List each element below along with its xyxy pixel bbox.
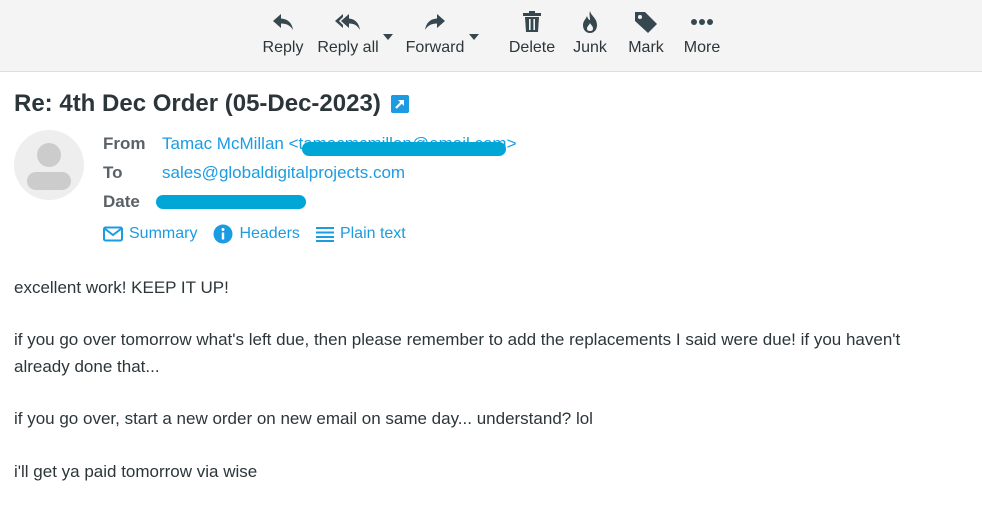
redaction-bar bbox=[156, 195, 306, 209]
to-label: To bbox=[103, 163, 123, 182]
to-value[interactable]: sales@globaldigitalprojects.com bbox=[162, 163, 405, 183]
redaction-bar bbox=[302, 142, 506, 156]
junk-button[interactable]: Junk bbox=[570, 8, 610, 66]
mark-button[interactable]: Mark bbox=[624, 8, 668, 66]
summary-link[interactable]: Summary bbox=[103, 225, 197, 243]
summary-label: Summary bbox=[129, 225, 198, 242]
message-body-paragraph: if you go over, start a new order on new… bbox=[14, 409, 593, 428]
from-label: From bbox=[103, 134, 146, 153]
ellipsis-icon bbox=[690, 8, 714, 36]
date-label: Date bbox=[103, 192, 140, 211]
view-mode-links: Summary Headers Plain text bbox=[103, 224, 422, 244]
junk-label: Junk bbox=[573, 39, 607, 56]
message-body-paragraph: if you go over tomorrow what's left due,… bbox=[14, 330, 901, 376]
plain-text-label: Plain text bbox=[339, 225, 406, 242]
lines-icon bbox=[315, 227, 334, 242]
delete-label: Delete bbox=[508, 39, 556, 56]
fire-icon bbox=[580, 8, 600, 36]
reply-all-menu-caret[interactable] bbox=[383, 34, 393, 40]
tag-icon bbox=[634, 8, 658, 36]
open-in-new-window-icon[interactable] bbox=[390, 95, 409, 113]
headers-label: Headers bbox=[239, 225, 300, 242]
sender-avatar bbox=[14, 130, 84, 200]
plain-text-link[interactable]: Plain text bbox=[315, 225, 406, 243]
reply-all-button[interactable]: Reply all bbox=[317, 8, 379, 66]
delete-button[interactable]: Delete bbox=[508, 8, 556, 66]
forward-icon bbox=[423, 8, 447, 36]
reply-icon bbox=[271, 8, 295, 36]
message-body-paragraph: excellent work! KEEP IT UP! bbox=[14, 278, 229, 297]
info-icon bbox=[213, 224, 233, 244]
mark-label: Mark bbox=[628, 39, 664, 56]
envelope-icon bbox=[103, 226, 123, 242]
message-subject: Re: 4th Dec Order (05-Dec-2023) bbox=[14, 90, 409, 118]
trash-icon bbox=[522, 8, 542, 36]
forward-label: Forward bbox=[405, 39, 465, 56]
reply-all-label: Reply all bbox=[317, 39, 379, 56]
reply-all-icon bbox=[334, 8, 362, 36]
message-toolbar: Reply Reply all Forward Delete Junk Mark bbox=[0, 0, 982, 72]
reply-label: Reply bbox=[262, 39, 304, 56]
more-button[interactable]: More bbox=[680, 8, 724, 66]
forward-button[interactable]: Forward bbox=[403, 8, 467, 66]
headers-link[interactable]: Headers bbox=[213, 224, 300, 244]
reply-button[interactable]: Reply bbox=[262, 8, 304, 66]
more-label: More bbox=[683, 39, 721, 56]
forward-menu-caret[interactable] bbox=[469, 34, 479, 40]
subject-text: Re: 4th Dec Order (05-Dec-2023) bbox=[14, 90, 381, 117]
message-body-paragraph: i'll get ya paid tomorrow via wise bbox=[14, 462, 258, 481]
